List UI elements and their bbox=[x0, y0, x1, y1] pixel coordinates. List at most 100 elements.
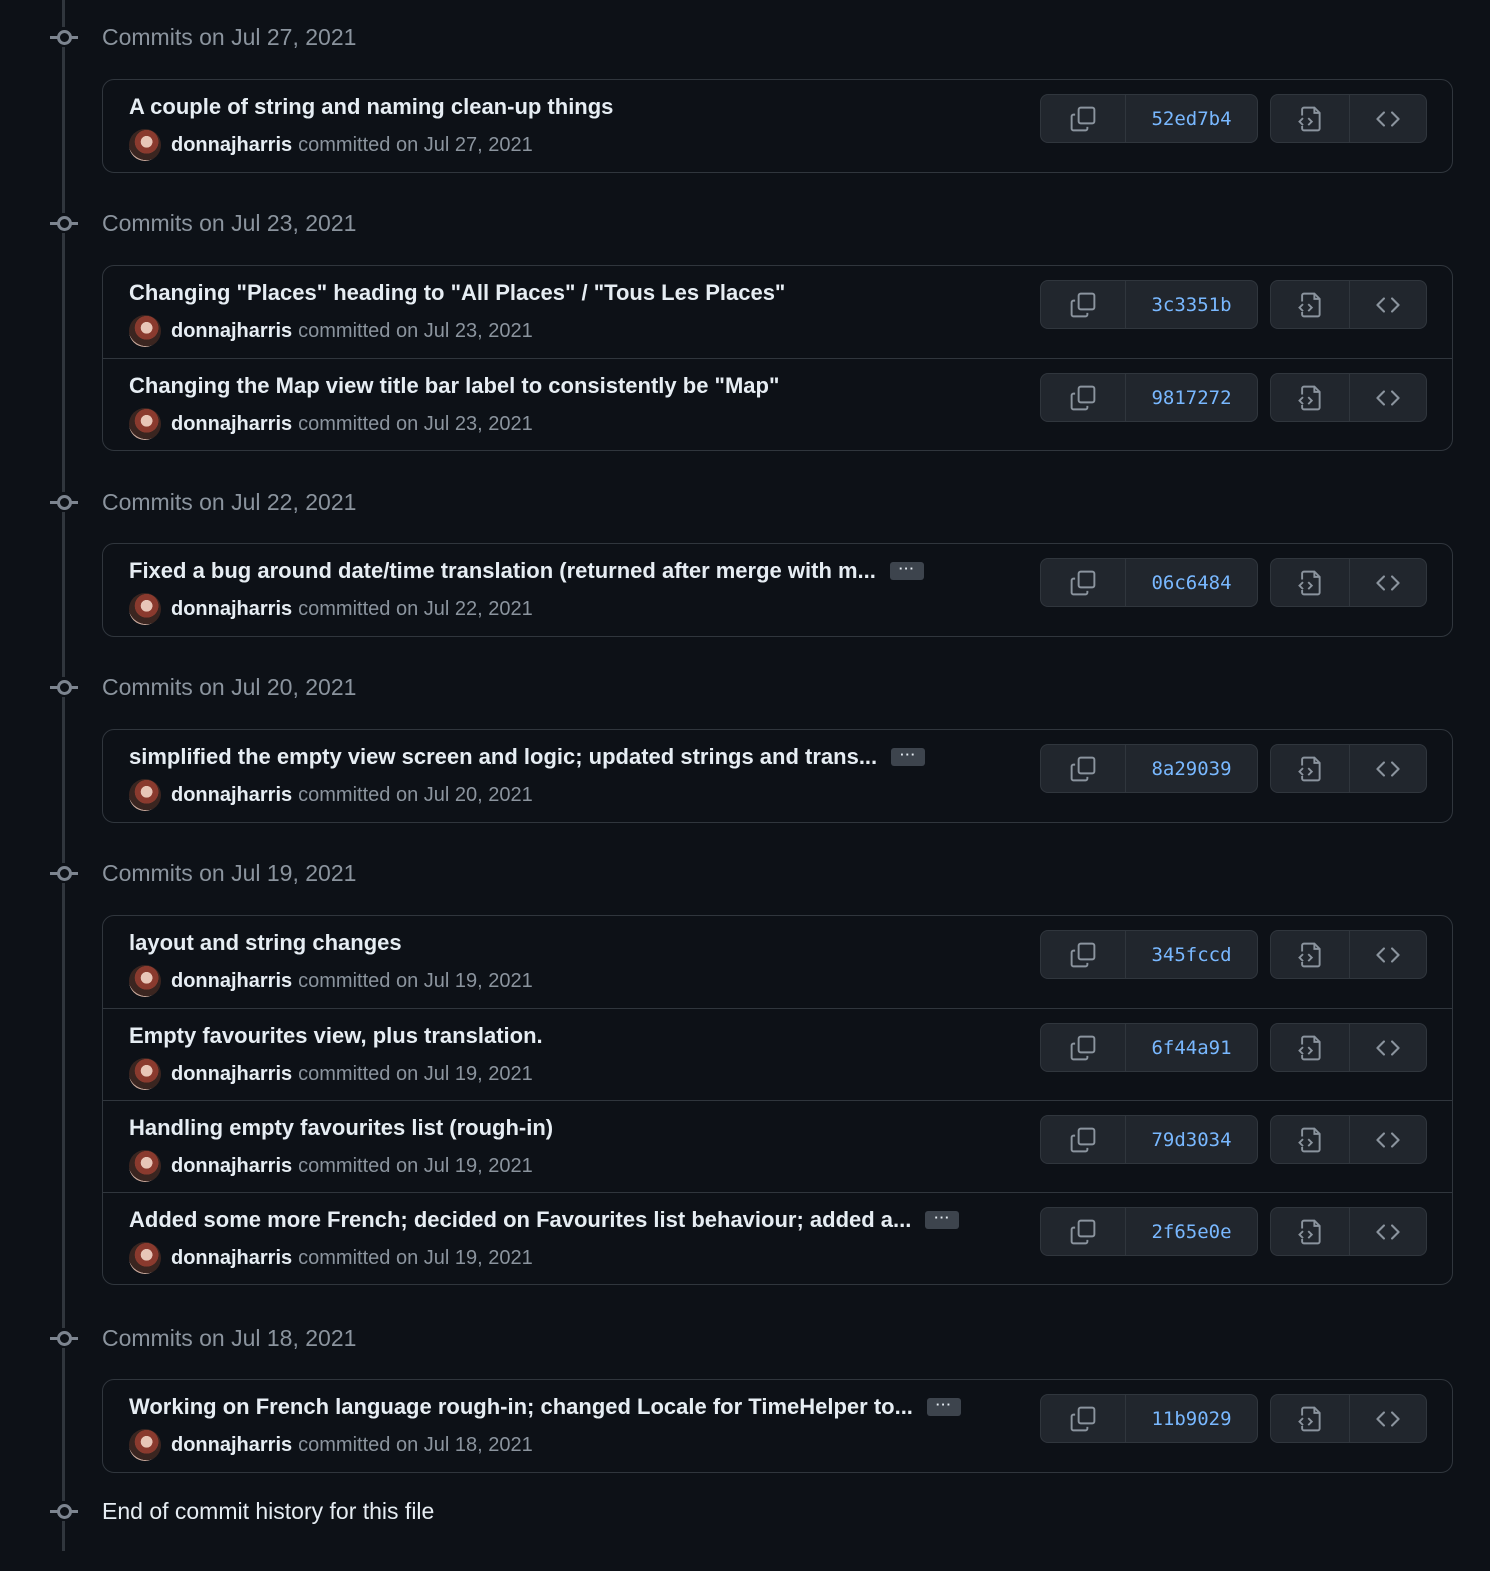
commit-title-link[interactable]: Fixed a bug around date/time translation… bbox=[129, 558, 876, 584]
view-file-button[interactable] bbox=[1271, 95, 1350, 142]
commit-title-link[interactable]: Empty favourites view, plus translation. bbox=[129, 1023, 543, 1049]
copy-sha-button[interactable] bbox=[1041, 374, 1126, 421]
commit-group-header: Commits on Jul 23, 2021 bbox=[50, 208, 356, 238]
author-link[interactable]: donnajharris bbox=[171, 320, 292, 343]
commit-title-line: A couple of string and naming clean-up t… bbox=[129, 94, 613, 120]
expand-message-button[interactable]: ··· bbox=[925, 1211, 960, 1229]
author-link[interactable]: donnajharris bbox=[171, 1247, 292, 1270]
browse-repo-button[interactable] bbox=[1350, 95, 1426, 142]
commit-list: A couple of string and naming clean-up t… bbox=[102, 79, 1453, 173]
commit-title-link[interactable]: Handling empty favourites list (rough-in… bbox=[129, 1115, 553, 1141]
view-file-button[interactable] bbox=[1271, 1116, 1350, 1163]
expand-message-button[interactable]: ··· bbox=[891, 748, 926, 766]
avatar[interactable] bbox=[129, 1058, 161, 1090]
avatar[interactable] bbox=[129, 315, 161, 347]
commit-sha-link[interactable]: 79d3034 bbox=[1126, 1116, 1257, 1163]
view-file-button[interactable] bbox=[1271, 745, 1350, 792]
author-link[interactable]: donnajharris bbox=[171, 413, 292, 436]
commit-sha-link[interactable]: 06c6484 bbox=[1126, 559, 1257, 606]
author-link[interactable]: donnajharris bbox=[171, 1063, 292, 1086]
sha-button-group: 06c6484 bbox=[1040, 558, 1258, 607]
commit-sha-link[interactable]: 9817272 bbox=[1126, 374, 1257, 421]
commit-group-title: Commits on Jul 20, 2021 bbox=[102, 673, 357, 700]
copy-sha-button[interactable] bbox=[1041, 745, 1126, 792]
commit-sha-link[interactable]: 11b9029 bbox=[1126, 1395, 1257, 1442]
commit-sha-link[interactable]: 3c3351b bbox=[1126, 281, 1257, 328]
commit-title-line: Handling empty favourites list (rough-in… bbox=[129, 1115, 553, 1141]
copy-icon bbox=[1069, 105, 1097, 133]
view-file-button[interactable] bbox=[1271, 1208, 1350, 1255]
avatar[interactable] bbox=[129, 1429, 161, 1461]
author-link[interactable]: donnajharris bbox=[171, 134, 292, 157]
commit-title-link[interactable]: simplified the empty view screen and log… bbox=[129, 744, 877, 770]
commit-title-link[interactable]: Changing the Map view title bar label to… bbox=[129, 373, 779, 399]
expand-message-button[interactable]: ··· bbox=[889, 562, 924, 580]
commit-list: layout and string changes donnajharris com… bbox=[102, 915, 1453, 1285]
browse-button-group bbox=[1270, 94, 1427, 143]
copy-sha-button[interactable] bbox=[1041, 1116, 1126, 1163]
browse-repo-button[interactable] bbox=[1350, 1395, 1426, 1442]
avatar[interactable] bbox=[129, 408, 161, 440]
browse-repo-button[interactable] bbox=[1350, 559, 1426, 606]
browse-repo-button[interactable] bbox=[1350, 1024, 1426, 1071]
commit-title-link[interactable]: Working on French language rough-in; cha… bbox=[129, 1394, 913, 1420]
avatar[interactable] bbox=[129, 779, 161, 811]
expand-message-button[interactable]: ··· bbox=[926, 1398, 961, 1416]
file-code-icon bbox=[1296, 291, 1324, 319]
browse-repo-button[interactable] bbox=[1350, 281, 1426, 328]
commit-title-link[interactable]: layout and string changes bbox=[129, 930, 402, 956]
copy-sha-button[interactable] bbox=[1041, 931, 1126, 978]
code-icon bbox=[1375, 1127, 1401, 1153]
avatar[interactable] bbox=[129, 965, 161, 997]
commit-list: Changing "Places" heading to "All Places… bbox=[102, 265, 1453, 451]
commit-group-title: Commits on Jul 27, 2021 bbox=[102, 23, 357, 50]
author-link[interactable]: donnajharris bbox=[171, 970, 292, 993]
browse-repo-button[interactable] bbox=[1350, 1208, 1426, 1255]
commit-sha-link[interactable]: 345fccd bbox=[1126, 931, 1257, 978]
copy-sha-button[interactable] bbox=[1041, 559, 1126, 606]
author-link[interactable]: donnajharris bbox=[171, 1434, 292, 1457]
browse-repo-button[interactable] bbox=[1350, 931, 1426, 978]
commit-title-link[interactable]: Added some more French; decided on Favou… bbox=[129, 1207, 911, 1233]
view-file-button[interactable] bbox=[1271, 559, 1350, 606]
copy-sha-button[interactable] bbox=[1041, 281, 1126, 328]
avatar[interactable] bbox=[129, 593, 161, 625]
commit-group-title: Commits on Jul 18, 2021 bbox=[102, 1324, 357, 1351]
commit-sha-link[interactable]: 52ed7b4 bbox=[1126, 95, 1257, 142]
view-file-button[interactable] bbox=[1271, 1395, 1350, 1442]
view-file-button[interactable] bbox=[1271, 281, 1350, 328]
browse-repo-button[interactable] bbox=[1350, 374, 1426, 421]
avatar[interactable] bbox=[129, 1242, 161, 1274]
copy-sha-button[interactable] bbox=[1041, 1395, 1126, 1442]
browse-repo-button[interactable] bbox=[1350, 1116, 1426, 1163]
avatar[interactable] bbox=[129, 129, 161, 161]
copy-sha-button[interactable] bbox=[1041, 95, 1126, 142]
sha-button-group: 79d3034 bbox=[1040, 1115, 1258, 1164]
view-file-button[interactable] bbox=[1271, 1024, 1350, 1071]
commit-sha-link[interactable]: 8a29039 bbox=[1126, 745, 1257, 792]
commit-group-title: Commits on Jul 19, 2021 bbox=[102, 859, 357, 886]
commit-list: Working on French language rough-in; cha… bbox=[102, 1379, 1453, 1473]
commit-title-link[interactable]: Changing "Places" heading to "All Places… bbox=[129, 280, 785, 306]
commit-title-link[interactable]: A couple of string and naming clean-up t… bbox=[129, 94, 613, 120]
commit-meta: donnajharris committed on Jul 19, 2021 bbox=[129, 1150, 533, 1182]
commit-sha-link[interactable]: 2f65e0e bbox=[1126, 1208, 1257, 1255]
copy-sha-button[interactable] bbox=[1041, 1208, 1126, 1255]
commit-title-line: Empty favourites view, plus translation. bbox=[129, 1023, 543, 1049]
code-icon bbox=[1375, 1035, 1401, 1061]
code-icon bbox=[1375, 570, 1401, 596]
avatar[interactable] bbox=[129, 1150, 161, 1182]
commit-row: Fixed a bug around date/time translation… bbox=[103, 544, 1452, 636]
browse-repo-button[interactable] bbox=[1350, 745, 1426, 792]
author-link[interactable]: donnajharris bbox=[171, 784, 292, 807]
commit-sha-link[interactable]: 6f44a91 bbox=[1126, 1024, 1257, 1071]
file-code-icon bbox=[1296, 755, 1324, 783]
copy-sha-button[interactable] bbox=[1041, 1024, 1126, 1071]
view-file-button[interactable] bbox=[1271, 931, 1350, 978]
git-commit-icon bbox=[50, 863, 78, 883]
author-link[interactable]: donnajharris bbox=[171, 1155, 292, 1178]
author-link[interactable]: donnajharris bbox=[171, 598, 292, 621]
view-file-button[interactable] bbox=[1271, 374, 1350, 421]
browse-button-group bbox=[1270, 373, 1427, 422]
code-icon bbox=[1375, 106, 1401, 132]
